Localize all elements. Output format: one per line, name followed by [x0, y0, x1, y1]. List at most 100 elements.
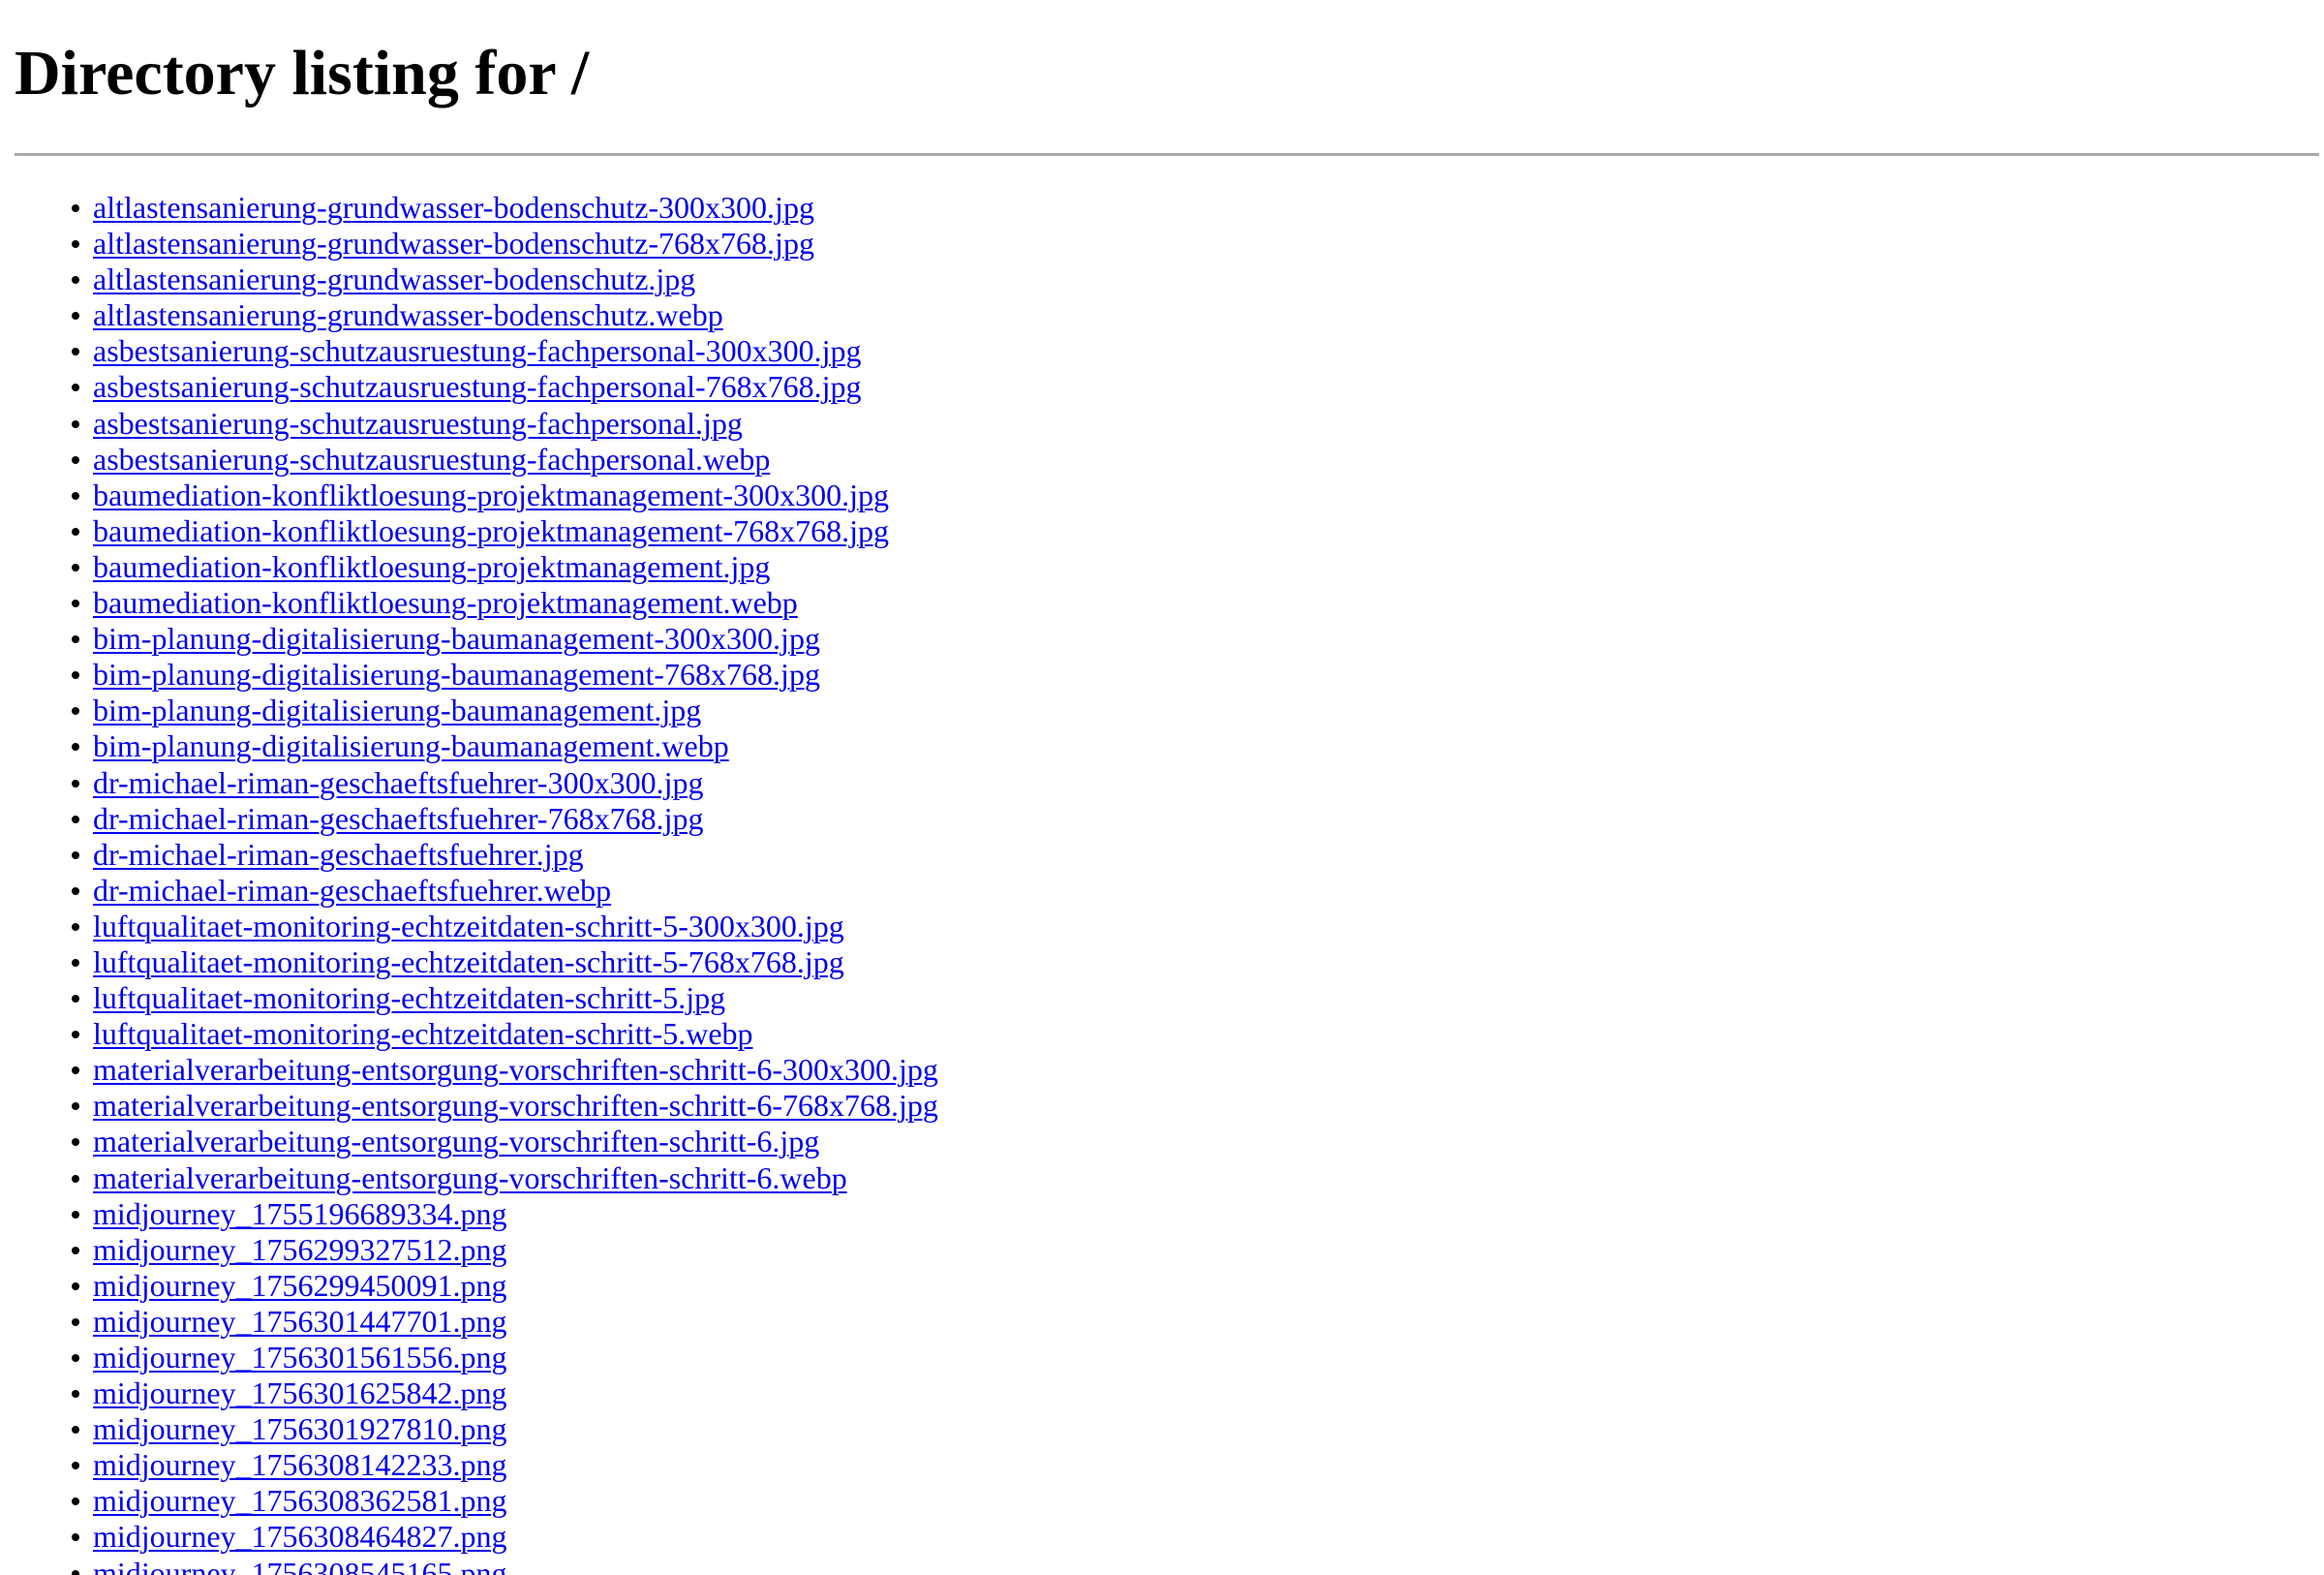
file-link[interactable]: luftqualitaet-monitoring-echtzeitdaten-s… [93, 909, 844, 943]
file-link[interactable]: midjourney_1756301561556.png [93, 1340, 507, 1374]
list-item: dr-michael-riman-geschaeftsfuehrer.webp [72, 873, 938, 909]
file-link[interactable]: materialverarbeitung-entsorgung-vorschri… [93, 1124, 819, 1158]
list-item: baumediation-konfliktloesung-projektmana… [72, 513, 938, 549]
list-item: midjourney_1756301561556.png [72, 1340, 938, 1375]
list-item: luftqualitaet-monitoring-echtzeitdaten-s… [72, 1016, 938, 1052]
list-item: bim-planung-digitalisierung-baumanagemen… [72, 728, 938, 764]
bullet-icon [72, 1462, 79, 1470]
list-item: materialverarbeitung-entsorgung-vorschri… [72, 1052, 938, 1088]
list-item: luftqualitaet-monitoring-echtzeitdaten-s… [72, 980, 938, 1016]
file-link[interactable]: materialverarbeitung-entsorgung-vorschri… [93, 1052, 938, 1087]
file-link[interactable]: dr-michael-riman-geschaeftsfuehrer.jpg [93, 837, 584, 872]
file-link[interactable]: asbestsanierung-schutzausruestung-fachpe… [93, 333, 862, 368]
bullet-icon [72, 455, 79, 464]
file-link[interactable]: materialverarbeitung-entsorgung-vorschri… [93, 1160, 847, 1195]
bullet-icon [72, 1210, 79, 1219]
file-link[interactable]: midjourney_1755196689334.png [93, 1196, 507, 1231]
list-item: baumediation-konfliktloesung-projektmana… [72, 585, 938, 621]
file-link[interactable]: midjourney_1756308464827.png [93, 1519, 507, 1554]
bullet-icon [72, 1390, 79, 1399]
list-item: luftqualitaet-monitoring-echtzeitdaten-s… [72, 944, 938, 980]
list-item: baumediation-konfliktloesung-projektmana… [72, 478, 938, 513]
list-item: midjourney_1756308464827.png [72, 1519, 938, 1555]
file-link[interactable]: luftqualitaet-monitoring-echtzeitdaten-s… [93, 980, 725, 1015]
file-link[interactable]: dr-michael-riman-geschaeftsfuehrer-300x3… [93, 765, 703, 800]
file-link[interactable]: midjourney_1756301625842.png [93, 1375, 507, 1410]
bullet-icon [72, 312, 79, 321]
file-link[interactable]: bim-planung-digitalisierung-baumanagemen… [93, 728, 729, 763]
list-item: dr-michael-riman-geschaeftsfuehrer-300x3… [72, 765, 938, 801]
list-item: midjourney_1756299450091.png [72, 1268, 938, 1304]
file-link[interactable]: baumediation-konfliktloesung-projektmana… [93, 585, 798, 620]
file-link[interactable]: midjourney_1756301447701.png [93, 1304, 507, 1339]
file-link[interactable]: bim-planung-digitalisierung-baumanagemen… [93, 693, 701, 727]
bullet-icon [72, 1426, 79, 1435]
bullet-icon [72, 635, 79, 644]
file-link[interactable]: baumediation-konfliktloesung-projektmana… [93, 549, 770, 584]
list-item: luftqualitaet-monitoring-echtzeitdaten-s… [72, 909, 938, 944]
list-item: midjourney_1756301447701.png [72, 1304, 938, 1340]
file-link[interactable]: altlastensanierung-grundwasser-bodenschu… [93, 190, 814, 225]
list-item: baumediation-konfliktloesung-projektmana… [72, 549, 938, 585]
file-link[interactable]: baumediation-konfliktloesung-projektmana… [93, 478, 889, 512]
list-item: midjourney_1756308545165.png [72, 1556, 938, 1575]
file-link[interactable]: asbestsanierung-schutzausruestung-fachpe… [93, 442, 770, 477]
list-item: midjourney_1756299327512.png [72, 1232, 938, 1268]
file-link[interactable]: midjourney_1756308142233.png [93, 1447, 507, 1482]
bullet-icon [72, 384, 79, 392]
bullet-icon [72, 491, 79, 500]
list-item: dr-michael-riman-geschaeftsfuehrer.jpg [72, 837, 938, 873]
list-item: altlastensanierung-grundwasser-bodenschu… [72, 226, 938, 262]
bullet-icon [72, 527, 79, 536]
file-link[interactable]: altlastensanierung-grundwasser-bodenschu… [93, 297, 723, 332]
file-link[interactable]: luftqualitaet-monitoring-echtzeitdaten-s… [93, 944, 844, 979]
bullet-icon [72, 240, 79, 249]
bullet-icon [72, 958, 79, 967]
file-link[interactable]: asbestsanierung-schutzausruestung-fachpe… [93, 369, 862, 404]
bullet-icon [72, 1317, 79, 1326]
list-item: asbestsanierung-schutzausruestung-fachpe… [72, 406, 938, 442]
list-item: midjourney_1756308142233.png [72, 1447, 938, 1483]
bullet-icon [72, 1498, 79, 1506]
file-link[interactable]: dr-michael-riman-geschaeftsfuehrer.webp [93, 873, 611, 908]
bullet-icon [72, 1066, 79, 1075]
bullet-icon [72, 671, 79, 680]
file-link[interactable]: bim-planung-digitalisierung-baumanagemen… [93, 621, 820, 656]
bullet-icon [72, 1174, 79, 1183]
file-link[interactable]: midjourney_1756308362581.png [93, 1483, 507, 1518]
list-item: midjourney_1756301927810.png [72, 1411, 938, 1447]
list-item: bim-planung-digitalisierung-baumanagemen… [72, 657, 938, 693]
bullet-icon [72, 1031, 79, 1039]
bullet-icon [72, 204, 79, 212]
file-link[interactable]: midjourney_1756301927810.png [93, 1411, 507, 1446]
list-item: midjourney_1755196689334.png [72, 1196, 938, 1232]
list-item: materialverarbeitung-entsorgung-vorschri… [72, 1160, 938, 1196]
file-link[interactable]: altlastensanierung-grundwasser-bodenschu… [93, 262, 695, 296]
page-title: Directory listing for / [15, 38, 590, 108]
list-item: midjourney_1756301625842.png [72, 1375, 938, 1411]
list-item: dr-michael-riman-geschaeftsfuehrer-768x7… [72, 801, 938, 837]
list-item: bim-planung-digitalisierung-baumanagemen… [72, 693, 938, 728]
list-item: asbestsanierung-schutzausruestung-fachpe… [72, 333, 938, 369]
file-list: altlastensanierung-grundwasser-bodenschu… [0, 190, 938, 1575]
file-link[interactable]: dr-michael-riman-geschaeftsfuehrer-768x7… [93, 801, 703, 836]
list-item: midjourney_1756308362581.png [72, 1483, 938, 1519]
file-link[interactable]: altlastensanierung-grundwasser-bodenschu… [93, 226, 814, 261]
file-link[interactable]: asbestsanierung-schutzausruestung-fachpe… [93, 406, 743, 441]
bullet-icon [72, 1282, 79, 1290]
bullet-icon [72, 1354, 79, 1362]
file-link[interactable]: bim-planung-digitalisierung-baumanagemen… [93, 657, 820, 692]
file-link[interactable]: midjourney_1756308545165.png [93, 1556, 507, 1575]
bullet-icon [72, 886, 79, 895]
file-link[interactable]: midjourney_1756299450091.png [93, 1268, 507, 1303]
list-item: altlastensanierung-grundwasser-bodenschu… [72, 190, 938, 226]
bullet-icon [72, 563, 79, 571]
bullet-icon [72, 1102, 79, 1111]
file-link[interactable]: baumediation-konfliktloesung-projektmana… [93, 513, 889, 548]
bullet-icon [72, 779, 79, 788]
file-link[interactable]: materialverarbeitung-entsorgung-vorschri… [93, 1088, 938, 1123]
file-link[interactable]: midjourney_1756299327512.png [93, 1232, 507, 1267]
bullet-icon [72, 276, 79, 285]
file-link[interactable]: luftqualitaet-monitoring-echtzeitdaten-s… [93, 1016, 753, 1051]
bullet-icon [72, 600, 79, 608]
